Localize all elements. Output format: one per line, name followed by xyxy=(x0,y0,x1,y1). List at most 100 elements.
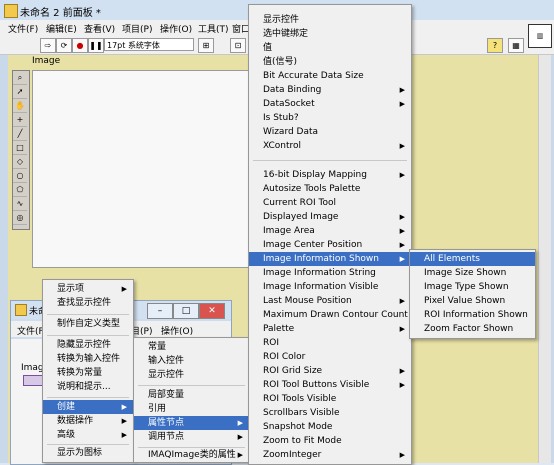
prop-item[interactable]: 16-bit Display Mapping ▶ xyxy=(249,168,411,182)
connector-pane-icon[interactable]: ▥ xyxy=(528,24,552,48)
menu-file[interactable]: 文件(F) xyxy=(8,22,38,35)
run-arrow-icon[interactable]: ⇨ xyxy=(40,38,56,53)
menu-tools[interactable]: 工具(T) xyxy=(198,22,229,35)
prop-item[interactable]: Is Stub? xyxy=(249,111,411,125)
prop-item[interactable]: Zoom to Fit Mode xyxy=(249,434,411,448)
prop-item[interactable]: Last Mouse Position ▶ xyxy=(249,294,411,308)
prop-item[interactable]: ROI Tools Visible xyxy=(249,392,411,406)
terminal-label: Imag xyxy=(21,363,44,373)
prop-item[interactable]: ROI Color xyxy=(249,350,411,364)
annulus-icon[interactable]: ◎ xyxy=(13,211,27,225)
prop-item[interactable]: ROI Grid Size ▶ xyxy=(249,364,411,378)
freehand-icon[interactable]: ∿ xyxy=(13,197,27,211)
oval-icon[interactable]: ○ xyxy=(13,169,27,183)
prop-item[interactable]: Bit Accurate Data Size xyxy=(249,69,411,83)
minimize-button[interactable]: – xyxy=(147,303,173,319)
prop-item[interactable]: ROI Tool Buttons Visible ▶ xyxy=(249,378,411,392)
prop-item[interactable]: Data Binding ▶ xyxy=(249,83,411,97)
run-continuous-icon[interactable]: ⟳ xyxy=(56,38,72,53)
prop-item[interactable]: Current ROI Tool xyxy=(249,196,411,210)
prop-item[interactable]: Maximum Drawn Contour Count xyxy=(249,308,411,322)
line-icon[interactable]: ╱ xyxy=(13,127,27,141)
magnifier-icon[interactable]: ⌕ xyxy=(13,71,27,85)
menu-edit[interactable]: 编辑(E) xyxy=(46,22,77,35)
context-menu: 显示项 ▶ 查找显示控件 制作自定义类型 隐藏显示控件 转换为输入控件 转换为常量… xyxy=(42,279,134,463)
submenu-item-control[interactable]: 输入控件 xyxy=(134,354,249,368)
grid-icon[interactable]: ▦ xyxy=(508,38,524,53)
info-item-all-elements[interactable]: All Elements xyxy=(410,252,535,266)
menu-project[interactable]: 目(P) xyxy=(131,324,152,337)
menu-item-view-as-icon[interactable]: 显示为图标 xyxy=(43,446,133,460)
maximize-button[interactable]: □ xyxy=(173,303,199,319)
window-title: 未命名 2 前面板 * xyxy=(20,8,101,19)
image-label: Image xyxy=(32,56,61,66)
prop-item[interactable]: Image Information String xyxy=(249,266,411,280)
pause-icon[interactable]: ❚❚ xyxy=(88,38,104,53)
prop-item[interactable]: ROI xyxy=(249,336,411,350)
submenu-item-imaq-class-properties[interactable]: IMAQImage类的属性 ▶ xyxy=(134,448,249,462)
prop-item[interactable]: DataSocket ▶ xyxy=(249,97,411,111)
submenu-item-local-variable[interactable]: 局部变量 xyxy=(134,388,249,402)
close-button[interactable]: ✕ xyxy=(199,303,225,319)
abort-icon[interactable]: ● xyxy=(72,38,88,53)
menu-item-advanced[interactable]: 高级 ▶ xyxy=(43,428,133,442)
prop-item[interactable]: Image Center Position ▶ xyxy=(249,238,411,252)
prop-item[interactable]: Snapshot Mode xyxy=(249,420,411,434)
submenu-item-indicator[interactable]: 显示控件 xyxy=(134,368,249,382)
info-item[interactable]: Image Size Shown xyxy=(410,266,535,280)
info-item[interactable]: ROI Information Shown xyxy=(410,308,535,322)
menu-item-data-operations[interactable]: 数据操作 ▶ xyxy=(43,414,133,428)
prop-item[interactable]: Palette ▶ xyxy=(249,322,411,336)
menu-item-make-typedef[interactable]: 制作自定义类型 xyxy=(43,317,133,331)
info-item[interactable]: Image Type Shown xyxy=(410,280,535,294)
app-icon xyxy=(4,4,18,18)
property-node-menu: 显示控件 选中键绑定 值 值(信号) Bit Accurate Data Siz… xyxy=(248,4,412,465)
menu-item-hide-indicator[interactable]: 隐藏显示控件 xyxy=(43,338,133,352)
create-submenu: 常量 输入控件 显示控件 局部变量 引用 属性节点 ▶ 调用节点 ▶ IMAQIma… xyxy=(133,337,250,463)
menu-item-description-tip[interactable]: 说明和提示... xyxy=(43,380,133,394)
align-icon[interactable]: ⊞ xyxy=(198,38,214,53)
submenu-item-invoke-node[interactable]: 调用节点 ▶ xyxy=(134,430,249,444)
prop-item[interactable]: 显示控件 xyxy=(249,13,411,27)
menu-item-find-indicator[interactable]: 查找显示控件 xyxy=(43,296,133,310)
info-item[interactable]: Zoom Factor Shown xyxy=(410,322,535,336)
submenu-item-constant[interactable]: 常量 xyxy=(134,340,249,354)
arrow-icon[interactable]: ➚ xyxy=(13,85,27,99)
menu-view[interactable]: 查看(V) xyxy=(84,22,115,35)
vertical-scrollbar[interactable] xyxy=(538,55,551,463)
menu-item-create[interactable]: 创建 ▶ xyxy=(43,400,133,414)
menu-operate[interactable]: 操作(O) xyxy=(160,22,192,35)
prop-item[interactable]: 值 xyxy=(249,41,411,55)
prop-item[interactable]: Wizard Data xyxy=(249,125,411,139)
prop-item[interactable]: XControl ▶ xyxy=(249,139,411,153)
prop-item[interactable]: Displayed Image ▶ xyxy=(249,210,411,224)
menu-item-show-items[interactable]: 显示项 ▶ xyxy=(43,282,133,296)
polygon-icon[interactable]: ⬠ xyxy=(13,183,27,197)
distribute-icon[interactable]: ⊡ xyxy=(230,38,246,53)
point-icon[interactable]: + xyxy=(13,113,27,127)
prop-item[interactable]: Scrollbars Visible xyxy=(249,406,411,420)
prop-item[interactable]: ZoomInteger ▶ xyxy=(249,448,411,462)
menu-item-change-to-constant[interactable]: 转换为常量 xyxy=(43,366,133,380)
info-item[interactable]: Pixel Value Shown xyxy=(410,294,535,308)
hand-icon[interactable]: ✋ xyxy=(13,99,27,113)
submenu-item-property-node[interactable]: 属性节点 ▶ xyxy=(134,416,249,430)
help-icon[interactable]: ? xyxy=(487,38,503,53)
prop-item[interactable]: 选中键绑定 xyxy=(249,27,411,41)
prop-item[interactable]: Image Information Visible xyxy=(249,280,411,294)
prop-item-image-information-shown[interactable]: Image Information Shown ▶ xyxy=(249,252,411,266)
rotated-rect-icon[interactable]: ◇ xyxy=(13,155,27,169)
app-icon xyxy=(15,304,27,316)
prop-item[interactable]: Autosize Tools Palette xyxy=(249,182,411,196)
menu-item-change-to-control[interactable]: 转换为输入控件 xyxy=(43,352,133,366)
roi-tools-palette: ⌕ ➚ ✋ + ╱ □ ◇ ○ ⬠ ∿ ◎ xyxy=(12,70,30,230)
image-terminal-icon[interactable] xyxy=(23,375,43,386)
image-display[interactable] xyxy=(32,70,256,268)
prop-item[interactable]: Image Area ▶ xyxy=(249,224,411,238)
submenu-item-reference[interactable]: 引用 xyxy=(134,402,249,416)
rectangle-icon[interactable]: □ xyxy=(13,141,27,155)
menu-operate[interactable]: 操作(O) xyxy=(161,324,193,337)
font-select[interactable]: 17pt 系统字体 xyxy=(104,38,194,51)
prop-item[interactable]: 值(信号) xyxy=(249,55,411,69)
menu-project[interactable]: 项目(P) xyxy=(122,22,152,35)
